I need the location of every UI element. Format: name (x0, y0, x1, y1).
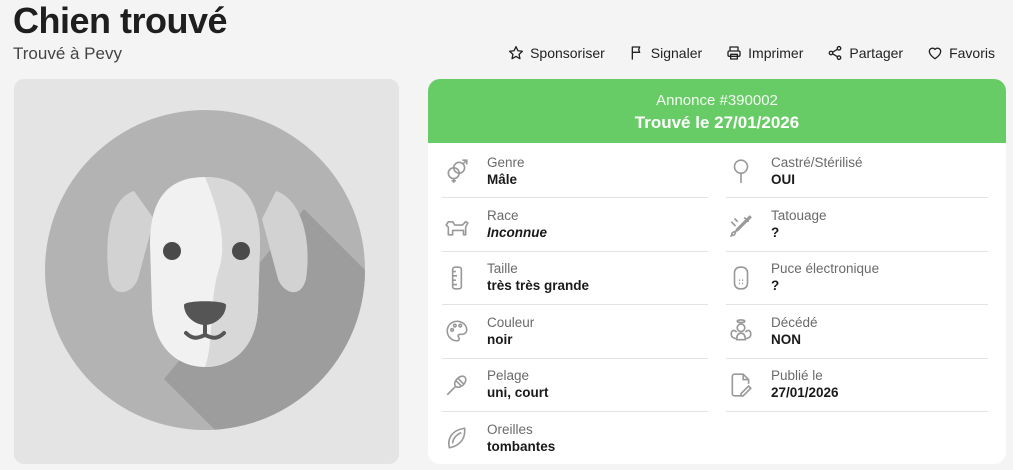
detail-value: 27/01/2026 (771, 385, 839, 401)
detail-row-tatouage: Tatouage? (726, 198, 988, 252)
details-left-column: Genre Mâle Race Inconnue Taille très très g… (442, 145, 708, 464)
detail-label: Couleur (487, 314, 535, 330)
detail-label: Pelage (487, 368, 530, 384)
detail-row-taille: Taille très très grande (442, 252, 708, 306)
flag-icon (631, 46, 641, 60)
sponsor-label: Sponsoriser (530, 45, 605, 61)
detail-row-race: Race Inconnue (442, 198, 708, 252)
report-button[interactable]: Signaler (629, 45, 702, 61)
detail-row-puce: Puce électronique? (726, 252, 988, 306)
listing-details-card: Annonce #390002 Trouvé le 27/01/2026 Gen… (428, 79, 1006, 464)
detail-value: ? (771, 278, 780, 294)
gender-icon (447, 159, 468, 184)
detail-label: Décédé (771, 314, 818, 330)
detail-row-castre: Castré/Stérilisé OUI (726, 145, 988, 199)
detail-value: très très grande (487, 278, 590, 294)
share-icon (828, 45, 842, 61)
publish-icon (731, 373, 752, 397)
share-button[interactable]: Partager (827, 45, 903, 61)
detail-label: Publié le (771, 368, 823, 384)
detail-value: Inconnue (487, 225, 547, 241)
found-date: Trouvé le 27/01/2026 (634, 113, 800, 132)
print-label: Imprimer (748, 45, 804, 61)
report-label: Signaler (650, 45, 703, 61)
listing-header: Annonce #390002 Trouvé le 27/01/2026 (428, 79, 1006, 143)
detail-label: Castré/Stérilisé (771, 154, 863, 170)
detail-row-couleur: Couleur noir (442, 305, 708, 359)
detail-label: Race (487, 208, 519, 224)
details-grid: Genre Mâle Race Inconnue Taille très très g… (428, 143, 1006, 464)
printer-icon (727, 46, 741, 60)
listing-id: Annonce #390002 (656, 92, 778, 109)
detail-value: noir (487, 331, 513, 347)
detail-row-genre: Genre Mâle (442, 145, 708, 199)
brush-icon (446, 375, 467, 396)
share-label: Partager (849, 45, 904, 61)
detail-row-pelage: Pelage uni, court (442, 359, 708, 412)
ruler-icon (451, 266, 463, 290)
star-icon (509, 46, 524, 60)
detail-value: ? (771, 225, 780, 241)
detail-value: OUI (771, 171, 796, 187)
heart-icon (928, 47, 942, 60)
tattoo-icon (729, 214, 752, 237)
pet-photo[interactable] (14, 79, 399, 464)
dog-placeholder-image (45, 110, 365, 430)
page-title: Chien trouvé (13, 0, 228, 41)
details-right-column: Castré/Stérilisé OUI Tatouage? Puce élect… (726, 145, 988, 464)
detail-value: NON (771, 331, 801, 347)
detail-value: uni, court (487, 385, 549, 401)
action-bar: Sponsoriser Signaler Imprimer Partager F… (508, 45, 995, 61)
detail-label: Puce électronique (771, 261, 880, 277)
detail-label: Oreilles (487, 421, 533, 437)
palette-icon (446, 320, 468, 342)
favorites-label: Favoris (949, 45, 995, 61)
favorites-button[interactable]: Favoris (927, 45, 995, 61)
sterilized-icon (733, 159, 749, 184)
angel-icon (730, 319, 752, 341)
detail-value: Mâle (487, 171, 518, 187)
sponsor-button[interactable]: Sponsoriser (508, 45, 605, 61)
detail-label: Genre (487, 154, 525, 170)
detail-row-oreilles: Oreilles tombantes (442, 412, 708, 464)
chip-icon (733, 266, 749, 290)
detail-label: Taille (487, 261, 518, 277)
detail-value: tombantes (487, 438, 556, 454)
page-subtitle: Trouvé à Pevy (13, 44, 122, 63)
ear-icon (448, 427, 466, 449)
print-button[interactable]: Imprimer (726, 45, 803, 61)
detail-label: Tatouage (771, 208, 827, 224)
detail-row-publie: Publié le 27/01/2026 (726, 359, 988, 412)
dog-icon (445, 220, 469, 236)
detail-row-decede: Décédé NON (726, 305, 988, 359)
